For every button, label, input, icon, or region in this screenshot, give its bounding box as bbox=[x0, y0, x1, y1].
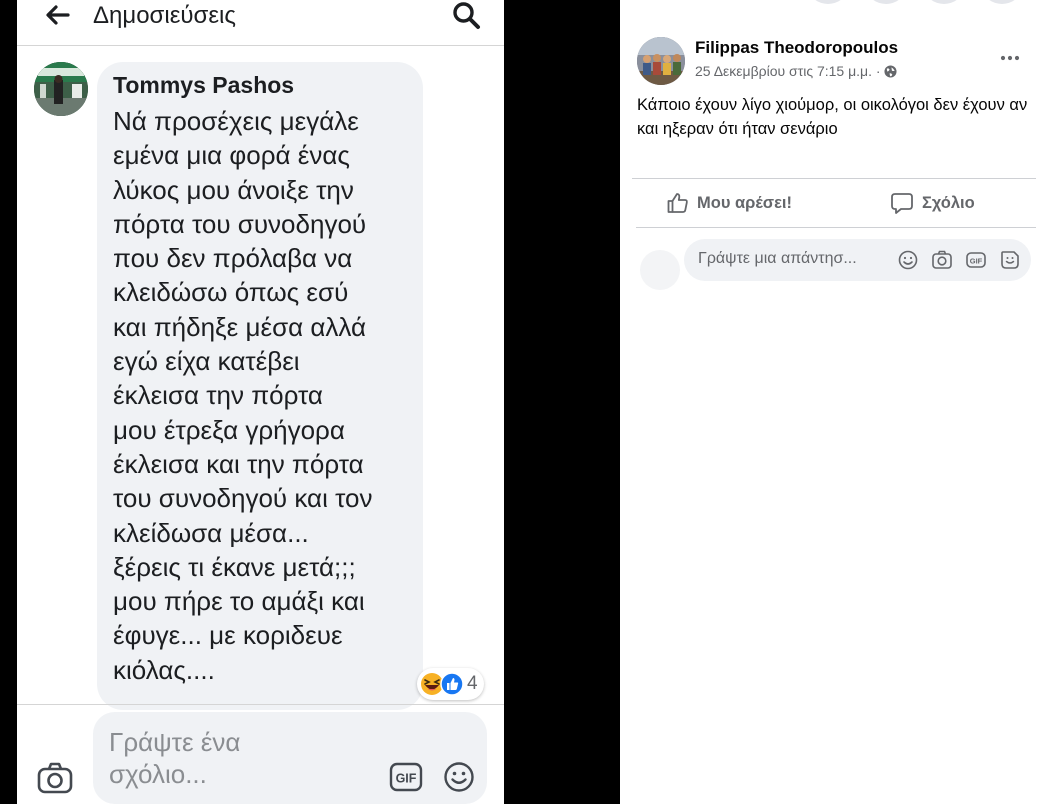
like-button[interactable]: Μου αρέσει! bbox=[666, 189, 792, 217]
gif-icon[interactable]: GIF bbox=[389, 762, 423, 792]
screenshot-stage: Δημοσιεύσεις Tommys Pashos Νά προσέχεις … bbox=[0, 0, 1047, 804]
sticker-icon[interactable] bbox=[999, 249, 1021, 271]
header-circle-button[interactable] bbox=[984, 0, 1020, 4]
reply-input[interactable]: Γράψτε μια απάντησ... bbox=[698, 250, 857, 268]
more-options-icon[interactable] bbox=[998, 50, 1022, 66]
thumbs-up-icon bbox=[667, 193, 688, 213]
comment-bubble-icon bbox=[891, 193, 913, 214]
like-label: Μου αρέσει! bbox=[697, 193, 793, 212]
post-timestamp[interactable]: 25 Δεκεμβρίου στις 7:15 μ.μ. · bbox=[695, 63, 897, 79]
post-body-text: Κάποιο έχουν λίγο χιούμορ, οι οικολόγοι … bbox=[637, 96, 1028, 138]
post-author-avatar[interactable] bbox=[637, 37, 685, 85]
comment-bubble: Tommys Pashos Νά προσέχεις μεγάλε εμένα … bbox=[97, 62, 423, 710]
comment-label: Σχόλιο bbox=[922, 193, 975, 212]
comment-button[interactable]: Σχόλιο bbox=[890, 189, 975, 217]
gif-icon[interactable]: GIF bbox=[965, 249, 987, 271]
gif-label: GIF bbox=[396, 772, 417, 786]
header-circle-button[interactable] bbox=[926, 0, 962, 4]
header-circle-button[interactable] bbox=[810, 0, 846, 4]
commenter-avatar[interactable] bbox=[34, 62, 88, 116]
camera-icon[interactable] bbox=[37, 762, 73, 794]
page-title: Δημοσιεύσεις bbox=[93, 2, 236, 29]
desktop-post-panel: Filippas Theodoropoulos 25 Δεκεμβρίου στ… bbox=[620, 0, 1047, 804]
reply-composer[interactable]: Γράψτε μια απάντησ... GIF bbox=[684, 239, 1031, 281]
reaction-count: 4 bbox=[467, 673, 478, 694]
mobile-comments-panel: Δημοσιεύσεις Tommys Pashos Νά προσέχεις … bbox=[17, 0, 504, 804]
current-user-avatar[interactable] bbox=[640, 250, 680, 290]
globe-icon bbox=[884, 64, 897, 78]
comment-composer[interactable]: Γράψτε ένα σχόλιο... GIF bbox=[93, 712, 487, 804]
post-timestamp-text[interactable]: 25 Δεκεμβρίου στις 7:15 μ.μ. · bbox=[695, 63, 881, 79]
camera-icon[interactable] bbox=[931, 249, 953, 271]
action-divider bbox=[636, 227, 1036, 228]
post-author-name[interactable]: Filippas Theodoropoulos bbox=[695, 38, 898, 58]
header-circle-button[interactable] bbox=[868, 0, 904, 4]
gif-label: GIF bbox=[970, 257, 983, 266]
emoji-icon[interactable] bbox=[443, 761, 475, 793]
comment-input[interactable]: Γράψτε ένα σχόλιο... bbox=[109, 726, 309, 790]
composer-divider bbox=[17, 704, 504, 705]
action-divider bbox=[632, 178, 1036, 179]
back-arrow-icon[interactable] bbox=[44, 2, 70, 28]
comment-text: Νά προσέχεις μεγάλε εμένα μια φορά ένας … bbox=[113, 106, 373, 685]
mobile-header: Δημοσιεύσεις bbox=[17, 0, 504, 46]
reaction-summary[interactable]: 4 bbox=[417, 668, 484, 700]
comment-author[interactable]: Tommys Pashos bbox=[113, 72, 294, 99]
search-icon[interactable] bbox=[451, 0, 481, 30]
like-reaction-icon bbox=[440, 672, 464, 696]
emoji-icon[interactable] bbox=[897, 249, 919, 271]
